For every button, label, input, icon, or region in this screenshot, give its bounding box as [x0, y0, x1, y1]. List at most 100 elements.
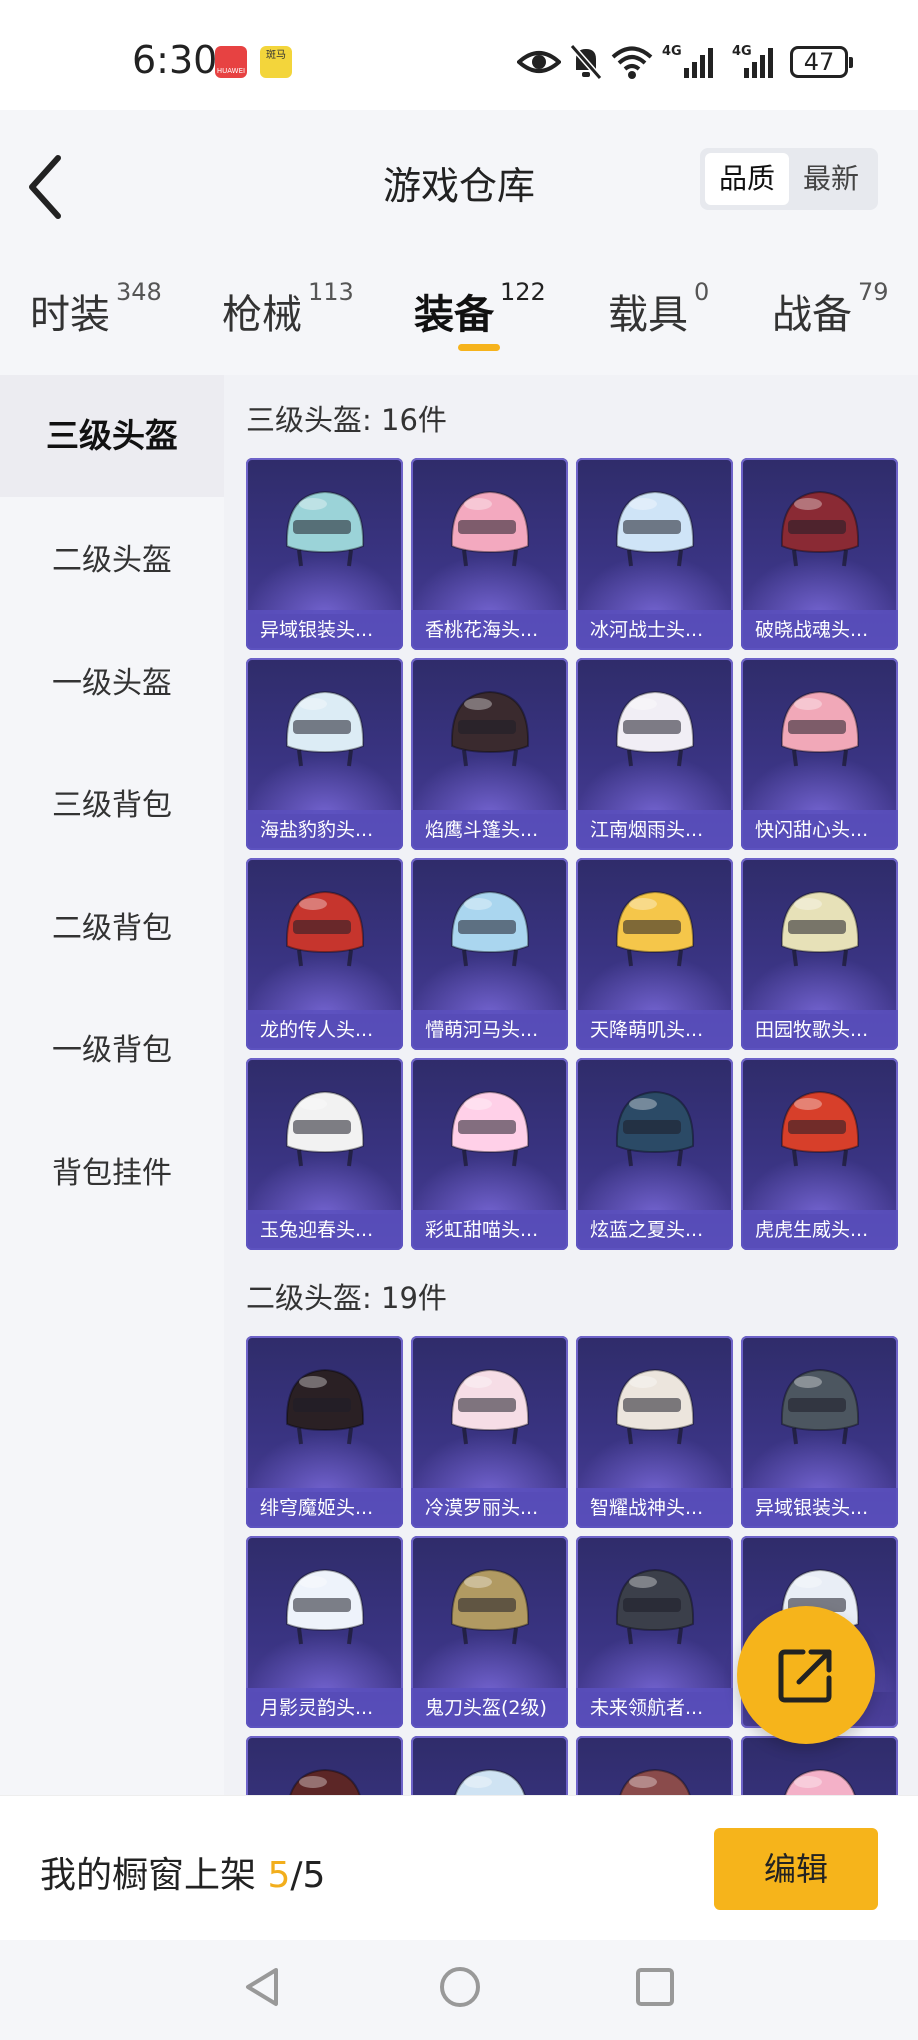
helmet-icon [450, 490, 529, 567]
signal-icon-1 [684, 48, 713, 78]
huawei-app-icon: HUAWEI [215, 46, 247, 78]
helmet-card[interactable]: 天降萌叽头... [576, 858, 733, 1050]
wifi-icon [611, 46, 653, 79]
helmet-icon [783, 1768, 856, 1795]
helmet-name: 玉兔迎春头... [246, 1210, 403, 1250]
showcase-count: 5 [267, 1855, 291, 1896]
signal-icon-2 [744, 48, 773, 78]
top-bar: 游戏仓库 品质 最新 [0, 110, 918, 260]
helmet-card[interactable]: 绯穹魔姬头... [246, 1336, 403, 1528]
sidebar-item-level3-helmet[interactable]: 三级头盔 [0, 375, 224, 497]
showcase-label: 我的橱窗上架 5/5 [40, 1846, 325, 1898]
mute-bell-icon [569, 44, 603, 80]
tab-supplies[interactable]: 战备 79 [772, 278, 889, 340]
helmet-icon [615, 490, 694, 567]
helmet-card[interactable] [246, 1736, 403, 1795]
helmet-card[interactable]: 懵萌河马头... [411, 858, 568, 1050]
nav-home-icon[interactable] [437, 1964, 483, 2010]
helmet-card[interactable]: 海盐豹豹头... [246, 658, 403, 850]
helmet-icon [285, 1090, 364, 1167]
zebra-app-icon: 斑马 [260, 46, 292, 78]
sidebar-item-backpack-charm[interactable]: 背包挂件 [0, 1148, 224, 1192]
helmet-icon [285, 490, 364, 567]
tab-guns[interactable]: 枪械 113 [222, 278, 354, 340]
tab-fashion[interactable]: 时装 348 [30, 278, 162, 340]
sidebar-item-level1-backpack[interactable]: 一级背包 [0, 1025, 224, 1069]
helmet-card[interactable]: 龙的传人头... [246, 858, 403, 1050]
helmet-icon [780, 1368, 859, 1445]
helmet-name: 虎虎生威头... [741, 1210, 898, 1250]
sort-newest-button[interactable]: 最新 [789, 153, 873, 205]
helmet-card[interactable] [741, 1736, 898, 1795]
helmet-icon [450, 1090, 529, 1167]
helmet-card[interactable]: 江南烟雨头... [576, 658, 733, 850]
helmet-name: 江南烟雨头... [576, 810, 733, 850]
helmet-icon [615, 1368, 694, 1445]
subcategory-sidebar: 三级头盔 二级头盔 一级头盔 三级背包 二级背包 一级背包 背包挂件 [0, 375, 224, 1795]
helmet-name: 冷漠罗丽头... [411, 1488, 568, 1528]
sidebar-item-level1-helmet[interactable]: 一级头盔 [0, 658, 224, 702]
share-button[interactable] [737, 1606, 875, 1744]
eye-icon [517, 51, 561, 73]
sort-quality-button[interactable]: 品质 [705, 153, 789, 205]
helmet-card[interactable]: 田园牧歌头... [741, 858, 898, 1050]
helmet-name: 彩虹甜喵头... [411, 1210, 568, 1250]
helmet-name: 炫蓝之夏头... [576, 1210, 733, 1250]
helmet-icon [285, 1368, 364, 1445]
helmet-icon [780, 490, 859, 567]
status-bar: 6:30 HUAWEI 斑马 4G 4G 47 [0, 0, 918, 110]
helmet-icon [450, 1368, 529, 1445]
helmet-icon [450, 690, 529, 767]
sidebar-item-level2-backpack[interactable]: 二级背包 [0, 903, 224, 947]
helmet-card[interactable]: 虎虎生威头... [741, 1058, 898, 1250]
sidebar-item-level2-helmet[interactable]: 二级头盔 [0, 535, 224, 579]
helmet-icon [288, 1768, 361, 1795]
helmet-name: 未来领航者... [576, 1688, 733, 1728]
helmet-card[interactable]: 未来领航者... [576, 1536, 733, 1728]
edit-button[interactable]: 编辑 [714, 1828, 878, 1910]
helmet-card[interactable]: 香桃花海头... [411, 458, 568, 650]
tab-equipment[interactable]: 装备 122 [414, 278, 546, 340]
helmet-card[interactable]: 月影灵韵头... [246, 1536, 403, 1728]
helmet-card[interactable] [411, 1736, 568, 1795]
helmet-name: 快闪甜心头... [741, 810, 898, 850]
helmet-card[interactable]: 彩虹甜喵头... [411, 1058, 568, 1250]
tab-vehicles[interactable]: 载具 0 [608, 278, 709, 340]
helmet-card[interactable]: 炫蓝之夏头... [576, 1058, 733, 1250]
helmet-icon [285, 690, 364, 767]
helmet-card[interactable]: 破晓战魂头... [741, 458, 898, 650]
sort-toggle: 品质 最新 [700, 148, 878, 210]
helmet-card[interactable]: 快闪甜心头... [741, 658, 898, 850]
active-tab-indicator [458, 344, 500, 351]
helmet-name: 田园牧歌头... [741, 1010, 898, 1050]
helmet-icon [615, 1090, 694, 1167]
helmet-card[interactable]: 玉兔迎春头... [246, 1058, 403, 1250]
helmet-card[interactable]: 异域银装头... [741, 1336, 898, 1528]
helmet-card[interactable]: 焰鹰斗篷头... [411, 658, 568, 850]
helmet-name: 海盐豹豹头... [246, 810, 403, 850]
helmet-icon [285, 1568, 364, 1645]
tab-label: 枪械 [222, 292, 302, 338]
tab-count: 0 [694, 278, 710, 306]
helmet-card[interactable]: 冰河战士头... [576, 458, 733, 650]
showcase-bar: 我的橱窗上架 5/5 编辑 [0, 1795, 918, 1941]
nav-recents-icon[interactable] [632, 1964, 678, 2010]
helmet-icon [618, 1768, 691, 1795]
helmet-card[interactable]: 异域银装头... [246, 458, 403, 650]
category-tabs: 时装 348 枪械 113 装备 122 载具 0 战备 79 [0, 260, 918, 375]
helmet-card[interactable]: 冷漠罗丽头... [411, 1336, 568, 1528]
helmet-icon [780, 1090, 859, 1167]
helmet-name: 鬼刀头盔(2级) [411, 1688, 568, 1728]
helmet-card[interactable] [576, 1736, 733, 1795]
network-type-1: 4G [662, 44, 682, 59]
helmet-card[interactable]: 智耀战神头... [576, 1336, 733, 1528]
helmet-icon [780, 690, 859, 767]
nav-back-icon[interactable] [240, 1964, 286, 2010]
helmet-icon [453, 1768, 526, 1795]
helmet-card[interactable]: 鬼刀头盔(2级) [411, 1536, 568, 1728]
helmet-icon [615, 1568, 694, 1645]
tab-label: 载具 [608, 292, 688, 338]
helmet-icon [615, 890, 694, 967]
sidebar-item-level3-backpack[interactable]: 三级背包 [0, 780, 224, 824]
helmet-name: 龙的传人头... [246, 1010, 403, 1050]
